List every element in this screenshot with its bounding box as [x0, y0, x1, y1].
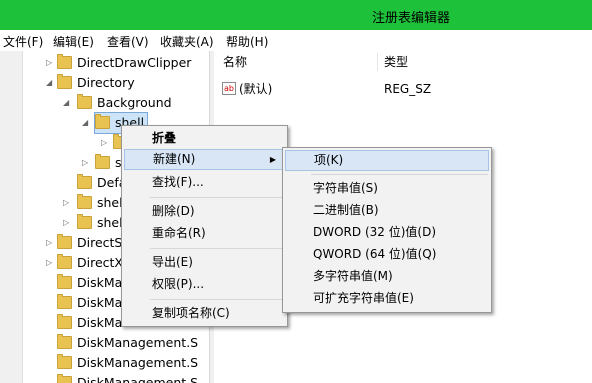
tree-item-background[interactable]: ◢ Background: [0, 93, 209, 113]
string-value-icon: ab: [222, 82, 236, 95]
menu-item-collapse[interactable]: 折叠: [124, 128, 285, 149]
menu-help[interactable]: 帮助(H): [226, 33, 268, 50]
new-submenu: 项(K) 字符串值(S) 二进制值(B) DWORD (32 位)值(D) QW…: [282, 147, 492, 313]
folder-icon: [57, 354, 72, 369]
submenu-item-multi-string-value[interactable]: 多字符串值(M): [285, 266, 489, 287]
tree-item-diskmanagement[interactable]: DiskManagement.S: [0, 373, 209, 383]
menu-separator: [311, 174, 488, 175]
tree-item-label: DiskMa: [77, 275, 123, 290]
menu-separator: [150, 299, 284, 300]
folder-icon: [57, 374, 72, 383]
tree-item-label: shel: [97, 215, 123, 230]
folder-icon: [57, 234, 72, 249]
menu-bar: 文件(F) 编辑(E) 查看(V) 收藏夹(A) 帮助(H): [0, 30, 592, 51]
menu-item-copy-key-name[interactable]: 复制项名称(C): [124, 303, 285, 324]
tree-item-label: DirectDrawClipper: [77, 55, 192, 70]
menu-item-rename[interactable]: 重命名(R): [124, 223, 285, 244]
expand-arrow-icon[interactable]: ▷: [46, 233, 52, 253]
submenu-item-string-value[interactable]: 字符串值(S): [285, 178, 489, 199]
expand-arrow-icon[interactable]: ▷: [82, 153, 88, 173]
tree-item-label: Directory: [77, 75, 135, 90]
menu-favorites[interactable]: 收藏夹(A): [160, 33, 214, 50]
tree-item-label: DiskMa: [77, 315, 123, 330]
folder-icon: [57, 54, 72, 69]
tree-item-label: shel: [97, 195, 123, 210]
folder-icon: [77, 174, 92, 189]
tree-item-label: Background: [97, 95, 172, 110]
context-menu: 折叠 新建(N) ▶ 查找(F)... 删除(D) 重命名(R) 导出(E) 权…: [121, 125, 288, 327]
tree-item-diskmanagement[interactable]: DiskManagement.S: [0, 353, 209, 373]
menu-item-permissions[interactable]: 权限(P)...: [124, 274, 285, 295]
expand-arrow-icon[interactable]: ▷: [63, 213, 69, 233]
submenu-item-dword-value[interactable]: DWORD (32 位)值(D): [285, 222, 489, 243]
window-title: 注册表编辑器: [371, 11, 450, 26]
menu-item-find[interactable]: 查找(F)...: [124, 172, 285, 193]
menu-separator: [150, 197, 284, 198]
title-bar[interactable]: 注册表编辑器: [0, 0, 592, 30]
collapse-arrow-icon[interactable]: ◢: [82, 113, 88, 133]
submenu-item-qword-value[interactable]: QWORD (64 位)值(Q): [285, 244, 489, 265]
collapse-arrow-icon[interactable]: ◢: [46, 73, 52, 93]
folder-icon: [57, 294, 72, 309]
menu-item-delete[interactable]: 删除(D): [124, 201, 285, 222]
menu-item-export[interactable]: 导出(E): [124, 252, 285, 273]
menu-edit[interactable]: 编辑(E): [53, 33, 94, 50]
menu-item-new-label: 新建(N): [153, 152, 196, 166]
submenu-item-expandable-string-value[interactable]: 可扩充字符串值(E): [285, 288, 489, 309]
collapse-arrow-icon[interactable]: ◢: [63, 93, 69, 113]
folder-icon: [57, 274, 72, 289]
expand-arrow-icon[interactable]: ▷: [63, 193, 69, 213]
submenu-item-key[interactable]: 项(K): [285, 150, 489, 171]
expand-arrow-icon[interactable]: ▷: [46, 53, 52, 73]
tree-item-label: DiskManagement.S: [77, 335, 199, 350]
folder-icon: [57, 74, 72, 89]
tree-item-diskmanagement[interactable]: DiskManagement.S: [0, 333, 209, 353]
menu-item-new[interactable]: 新建(N) ▶: [124, 149, 285, 170]
folder-icon: [57, 254, 72, 269]
column-divider[interactable]: [377, 53, 378, 71]
value-name: (默认): [239, 82, 273, 96]
tree-item-label: DiskMa: [77, 295, 123, 310]
value-row-default[interactable]: ab (默认) REG_SZ: [219, 79, 589, 99]
menu-separator: [150, 248, 284, 249]
tree-item-label: DiskManagement.S: [77, 355, 199, 370]
column-header-name[interactable]: 名称: [223, 51, 247, 73]
expand-arrow-icon[interactable]: ▷: [46, 253, 52, 273]
tree-item-directory[interactable]: ◢ Directory: [0, 73, 209, 93]
submenu-arrow-icon: ▶: [269, 155, 276, 164]
folder-icon: [95, 154, 110, 169]
tree-item-label: DiskManagement.S: [77, 375, 199, 383]
folder-icon: [57, 314, 72, 329]
column-header-type[interactable]: 类型: [384, 51, 408, 73]
folder-icon: [77, 214, 92, 229]
tree-item-label: DirectS: [77, 235, 123, 250]
menu-file[interactable]: 文件(F): [3, 33, 43, 50]
folder-icon: [77, 194, 92, 209]
folder-icon: [77, 94, 92, 109]
menu-view[interactable]: 查看(V): [107, 33, 149, 50]
expand-arrow-icon[interactable]: ▷: [101, 133, 107, 153]
tree-item-label: DirectX: [77, 255, 123, 270]
folder-open-icon: [95, 114, 110, 129]
value-type: REG_SZ: [384, 82, 432, 96]
submenu-item-binary-value[interactable]: 二进制值(B): [285, 200, 489, 221]
folder-icon: [57, 334, 72, 349]
tree-item-directdrawclipper[interactable]: ▷ DirectDrawClipper: [0, 53, 209, 73]
